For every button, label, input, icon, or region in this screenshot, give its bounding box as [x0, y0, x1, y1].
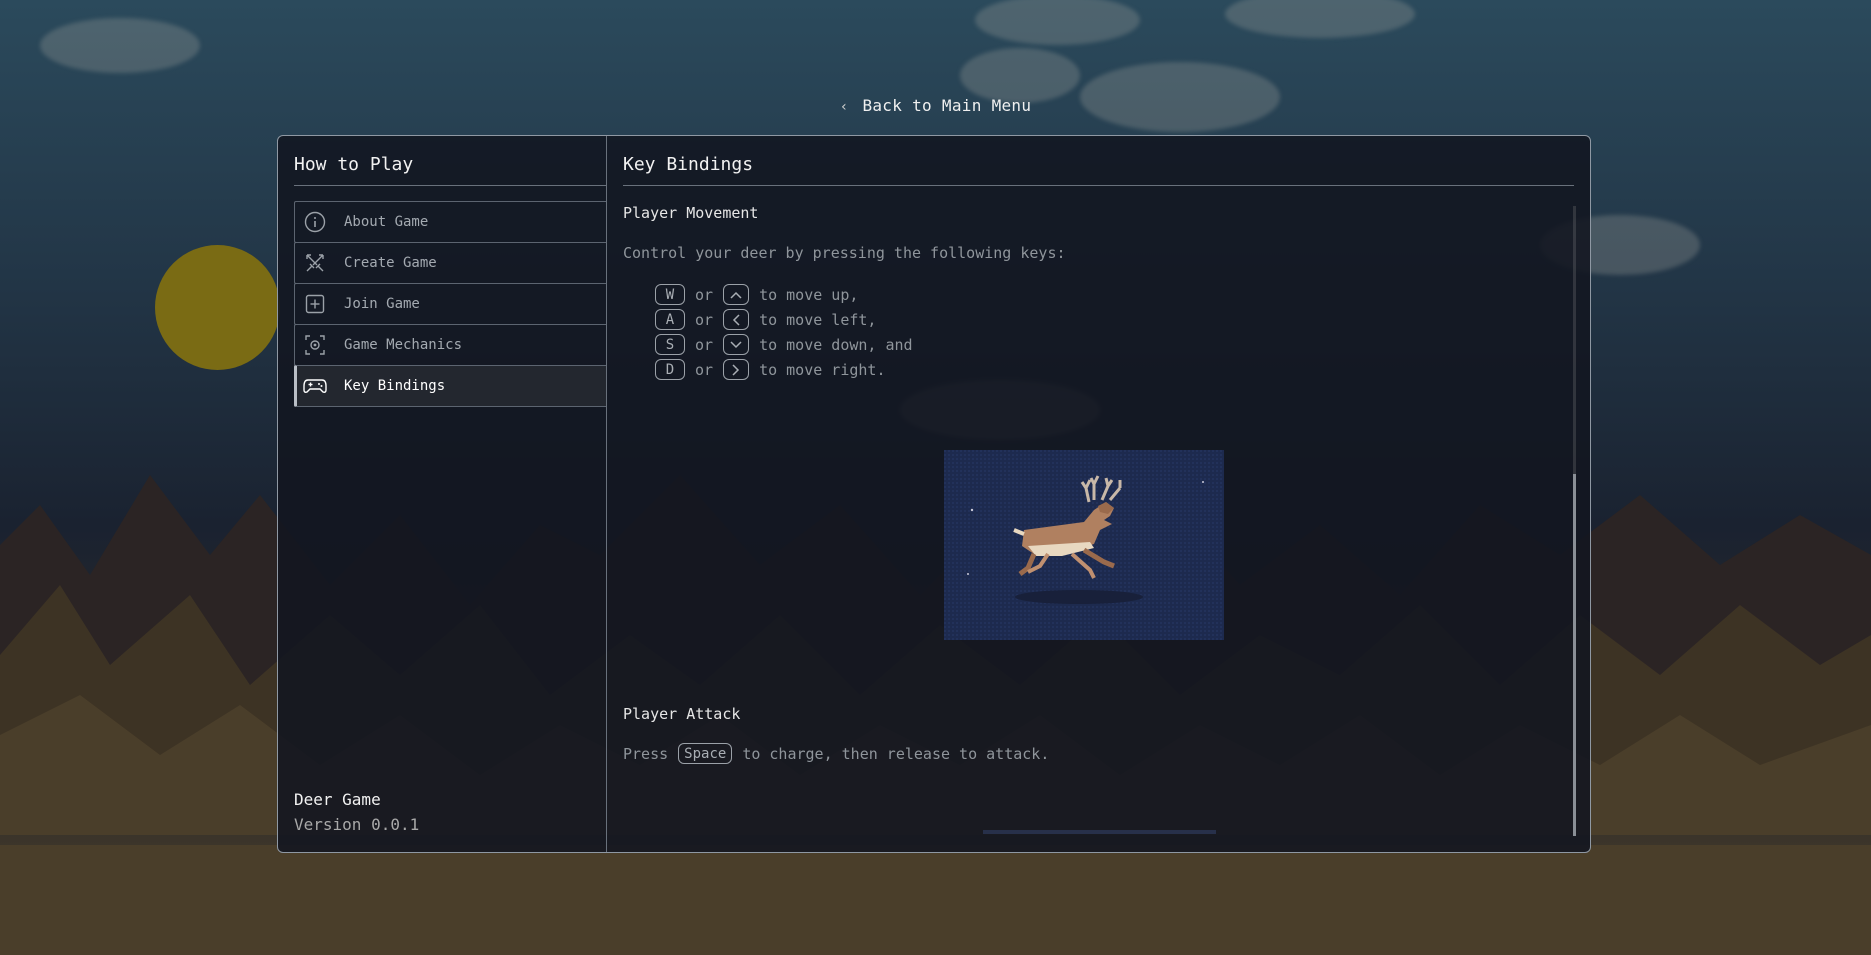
scroll-indicator	[983, 830, 1216, 834]
back-to-main-menu-link[interactable]: ‹ Back to Main Menu	[0, 96, 1871, 115]
sidebar-nav: About Game Create Game Join Game Game Me…	[294, 201, 606, 407]
key-d: D	[655, 359, 685, 380]
key-a: A	[655, 309, 685, 330]
version-label: Version 0.0.1	[294, 815, 420, 834]
info-icon	[303, 210, 327, 234]
game-name: Deer Game	[294, 790, 381, 809]
gear-frame-icon	[303, 333, 327, 357]
how-to-play-panel: How to Play About Game Create Game Join …	[277, 135, 1591, 853]
sidebar-item-label: Create Game	[344, 255, 437, 271]
key-desc: to move right.	[759, 360, 886, 379]
movement-key-list: W or to move up, A or to move left, S or…	[655, 282, 1574, 382]
attack-text-after: to charge, then release to attack.	[742, 744, 1050, 763]
gamepad-icon	[303, 374, 327, 398]
movement-intro: Control your deer by pressing the follow…	[623, 244, 1066, 262]
sidebar-item-create-game[interactable]: Create Game	[294, 242, 606, 284]
divider	[623, 185, 1574, 186]
key-w: W	[655, 284, 685, 305]
key-row-up: W or to move up,	[655, 282, 1574, 307]
scrollbar-thumb[interactable]	[1573, 474, 1576, 836]
key-row-right: D or to move right.	[655, 357, 1574, 382]
sidebar-footer: Deer Game Version 0.0.1	[294, 790, 419, 834]
key-s: S	[655, 334, 685, 355]
page-title: Key Bindings	[623, 154, 754, 175]
sidebar-item-label: Key Bindings	[344, 378, 446, 394]
movement-heading: Player Movement	[623, 204, 759, 222]
divider	[294, 185, 606, 186]
or-label: or	[695, 285, 714, 304]
sidebar-item-label: Join Game	[344, 296, 420, 312]
sidebar-item-game-mechanics[interactable]: Game Mechanics	[294, 324, 606, 366]
key-space: Space	[678, 743, 733, 764]
key-row-down: S or to move down, and	[655, 332, 1574, 357]
content-area: Key Bindings Player Movement Control you…	[607, 136, 1590, 852]
sidebar-item-about-game[interactable]: About Game	[294, 201, 606, 243]
key-desc: to move down, and	[759, 335, 913, 354]
sidebar-title: How to Play	[294, 154, 414, 175]
up-arrow-icon	[723, 284, 750, 305]
down-arrow-icon	[723, 334, 750, 355]
sidebar: How to Play About Game Create Game Join …	[278, 136, 607, 852]
attack-heading: Player Attack	[623, 705, 741, 723]
sidebar-item-join-game[interactable]: Join Game	[294, 283, 606, 325]
right-arrow-icon	[723, 359, 750, 380]
back-link-label: Back to Main Menu	[862, 96, 1032, 115]
attack-instructions: Press Space to charge, then release to a…	[623, 743, 1049, 764]
or-label: or	[695, 360, 714, 379]
left-arrow-icon	[723, 309, 750, 330]
key-desc: to move up,	[759, 285, 859, 304]
key-desc: to move left,	[759, 310, 877, 329]
deer-illustration	[944, 450, 1224, 640]
key-row-left: A or to move left,	[655, 307, 1574, 332]
sidebar-item-label: Game Mechanics	[344, 337, 463, 353]
plus-square-icon	[303, 292, 327, 316]
sun	[155, 245, 280, 370]
sidebar-item-key-bindings[interactable]: Key Bindings	[294, 365, 606, 407]
chevron-left-icon: ‹	[839, 99, 849, 115]
crossed-swords-icon	[303, 251, 327, 275]
sidebar-item-label: About Game	[344, 214, 429, 230]
or-label: or	[695, 335, 714, 354]
attack-text-before: Press	[623, 744, 669, 763]
or-label: or	[695, 310, 714, 329]
